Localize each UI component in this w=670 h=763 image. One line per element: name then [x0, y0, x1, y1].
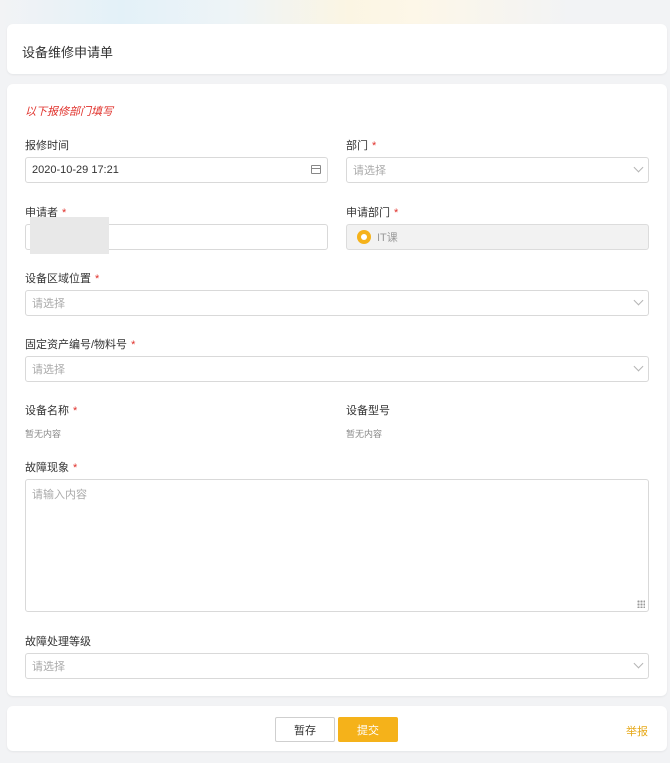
- chevron-down-icon: [633, 361, 644, 372]
- repair-time-picker[interactable]: 2020-10-29 17:21: [25, 157, 328, 183]
- device-model-label: 设备型号: [346, 405, 390, 417]
- required-mark: *: [73, 405, 78, 417]
- footer-bar: 暂存 提交 举报: [7, 706, 667, 751]
- calendar-icon[interactable]: [311, 165, 321, 174]
- fault-phenomenon-textarea[interactable]: 请输入内容: [25, 479, 649, 612]
- department-select[interactable]: 请选择: [346, 157, 649, 183]
- chevron-down-icon: [633, 295, 644, 306]
- resize-handle-icon[interactable]: [637, 600, 645, 608]
- required-mark: *: [131, 339, 136, 351]
- applicant-dept-value: IT课: [377, 232, 398, 244]
- device-name-label: 设备名称 *: [25, 405, 78, 417]
- department-icon: [357, 230, 371, 244]
- required-mark: *: [394, 207, 399, 219]
- header-card: 设备维修申请单: [7, 24, 667, 74]
- applicant-dept-field: IT课: [346, 224, 649, 250]
- asset-number-placeholder: 请选择: [32, 364, 65, 376]
- area-location-label: 设备区域位置 *: [25, 273, 100, 285]
- fault-phenomenon-placeholder: 请输入内容: [32, 489, 87, 501]
- asset-number-label: 固定资产编号/物料号 *: [25, 339, 136, 351]
- section-note: 以下报修部门填写: [25, 106, 113, 118]
- repair-time-label: 报修时间: [25, 140, 69, 152]
- device-model-value: 暂无内容: [346, 429, 383, 439]
- area-location-select[interactable]: 请选择: [25, 290, 649, 316]
- department-label: 部门 *: [346, 140, 377, 152]
- required-mark: *: [372, 140, 377, 152]
- fault-level-select[interactable]: 请选择: [25, 653, 649, 679]
- page-title: 设备维修申请单: [22, 45, 114, 60]
- required-mark: *: [73, 462, 78, 474]
- chevron-down-icon: [633, 658, 644, 669]
- area-location-placeholder: 请选择: [32, 298, 65, 310]
- repair-time-value: 2020-10-29 17:21: [32, 164, 119, 176]
- applicant-dept-label: 申请部门 *: [346, 207, 399, 219]
- device-name-value: 暂无内容: [25, 429, 62, 439]
- fault-phenomenon-label: 故障现象 *: [25, 462, 78, 474]
- redacted-block: [30, 217, 109, 254]
- required-mark: *: [95, 273, 100, 285]
- department-placeholder: 请选择: [353, 165, 386, 177]
- fault-level-label: 故障处理等级: [25, 636, 91, 648]
- save-draft-button[interactable]: 暂存: [275, 717, 335, 742]
- submit-button[interactable]: 提交: [338, 717, 398, 742]
- report-link[interactable]: 举报: [626, 723, 648, 739]
- fault-level-placeholder: 请选择: [32, 661, 65, 673]
- chevron-down-icon: [633, 162, 644, 173]
- asset-number-select[interactable]: 请选择: [25, 356, 649, 382]
